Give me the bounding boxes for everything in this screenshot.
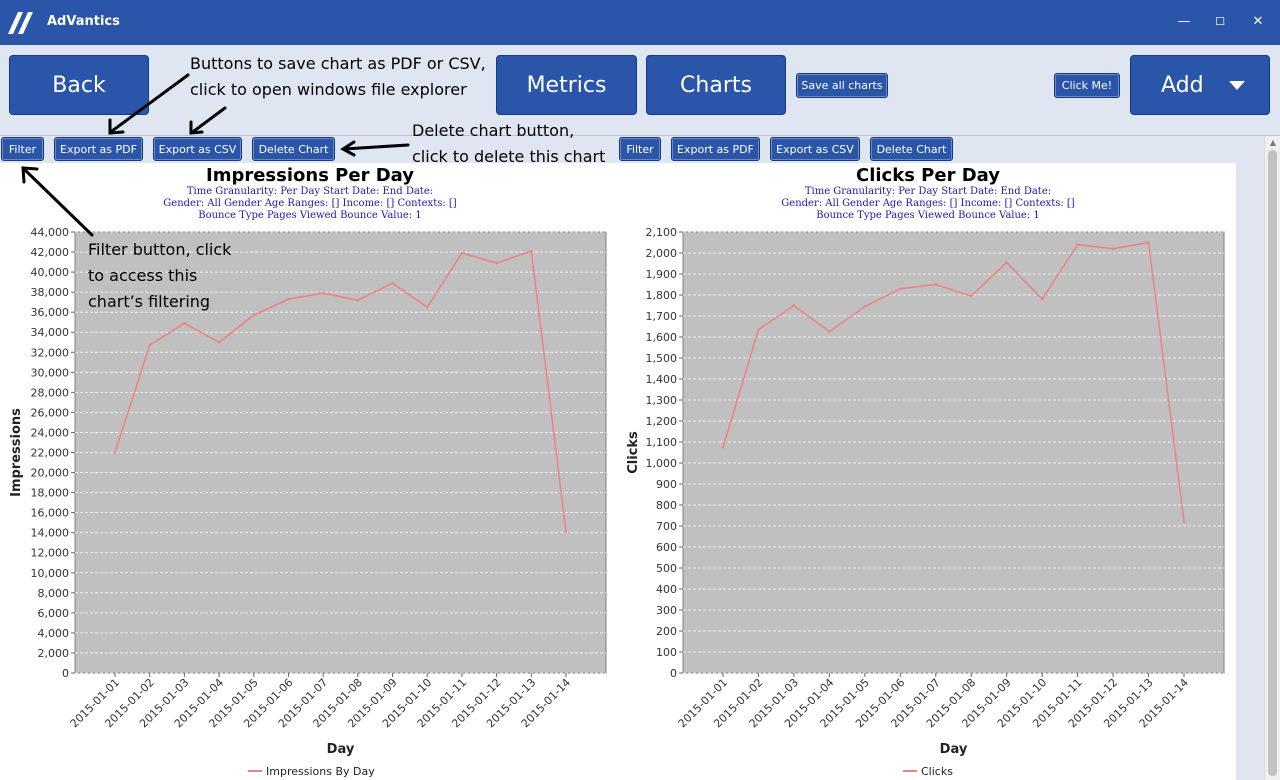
arrow-to-export-csv — [192, 106, 227, 133]
arrow-to-export-pdf — [110, 73, 190, 133]
arrow-to-filter — [23, 168, 94, 237]
annotation-arrows — [21, 73, 410, 237]
arrow-to-delete-chart — [342, 143, 410, 151]
